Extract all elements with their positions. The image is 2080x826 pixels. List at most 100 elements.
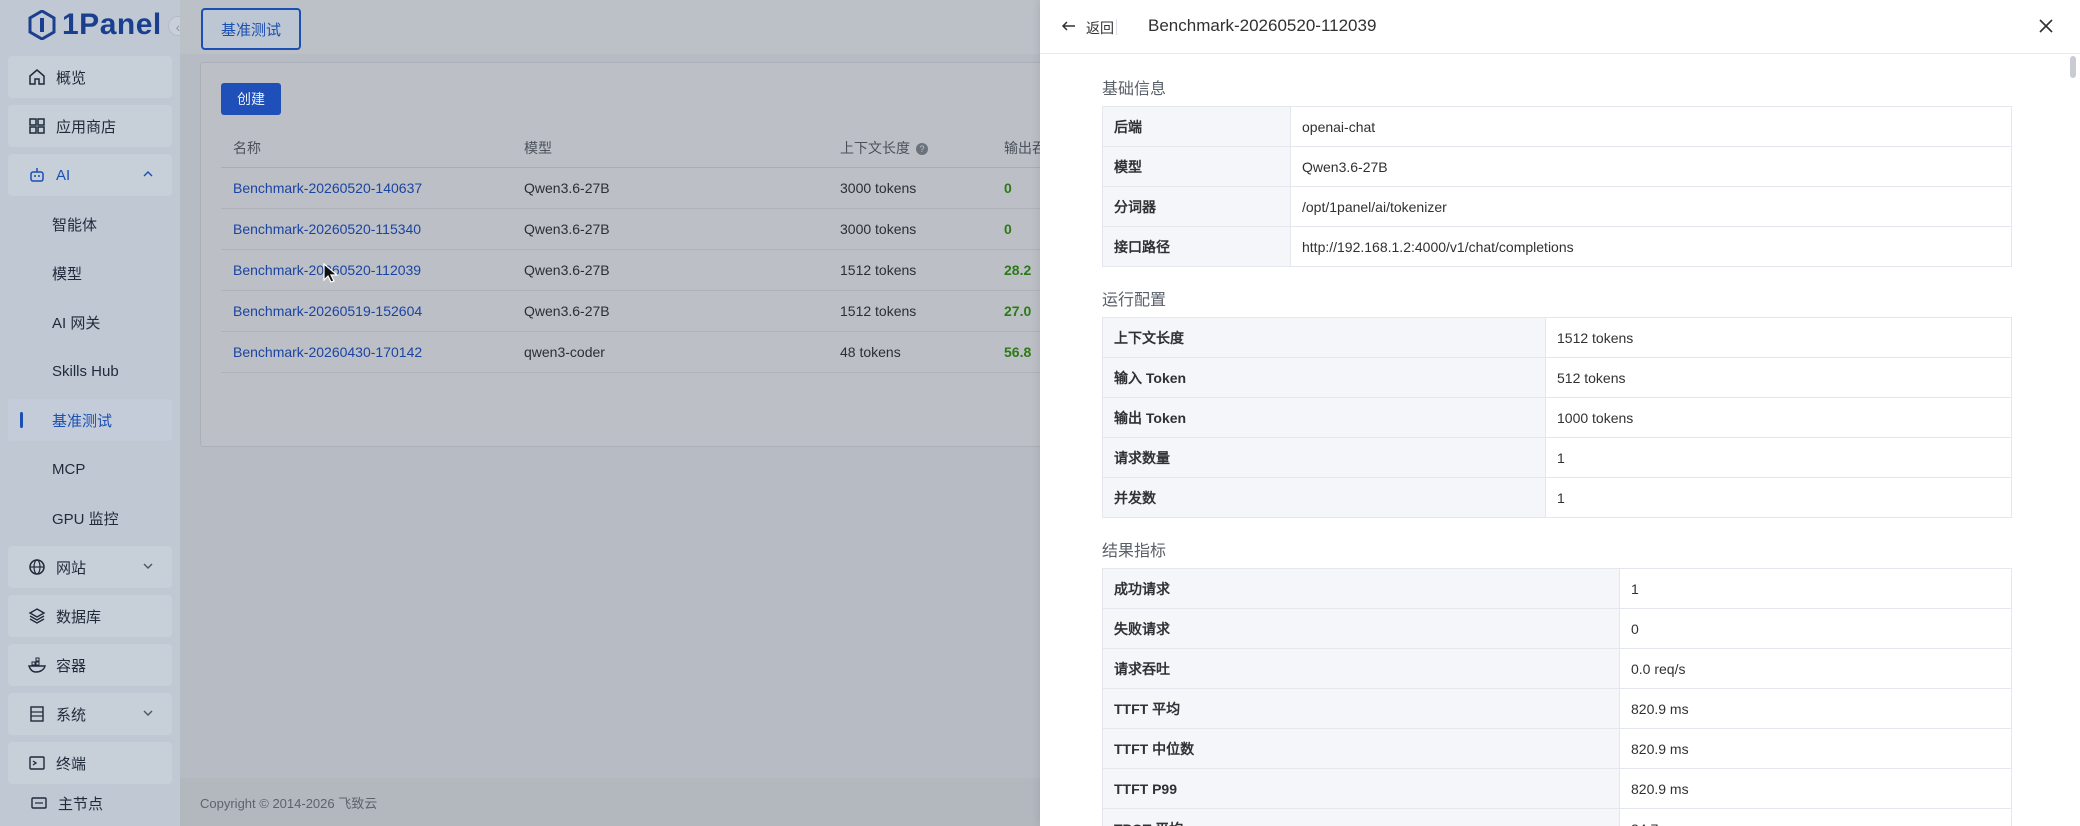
sidebar-subitem-agents[interactable]: 智能体 — [8, 203, 172, 245]
table-row: TTFT 平均 820.9 ms — [1102, 688, 2012, 729]
run-config-table: 上下文长度 1512 tokens 输入 Token 512 tokens 输出 T… — [1102, 317, 2012, 518]
globe-icon — [28, 558, 46, 576]
sidebar-item-system[interactable]: 系统 — [8, 693, 172, 735]
sidebar-subitem-ai-gateway[interactable]: AI 网关 — [8, 301, 172, 343]
back-button[interactable]: 返回 — [1086, 18, 1114, 38]
logo[interactable]: 1Panel — [28, 8, 162, 42]
benchmark-name-link[interactable]: Benchmark-20260430-170142 — [233, 344, 422, 360]
sidebar-item-label: 数据库 — [56, 608, 102, 626]
grid-icon — [28, 117, 46, 135]
model-cell: Qwen3.6-27B — [524, 221, 610, 237]
sidebar-subitem-benchmark[interactable]: 基准测试 — [8, 399, 172, 441]
model-cell: Qwen3.6-27B — [524, 180, 610, 196]
column-header-name[interactable]: 名称 — [233, 138, 261, 158]
field-value: 0.0 req/s — [1619, 648, 2012, 689]
field-label: 输出 Token — [1102, 397, 1546, 438]
model-cell: Qwen3.6-27B — [524, 303, 610, 319]
sidebar-item-database[interactable]: 数据库 — [8, 595, 172, 637]
table-row: 失败请求 0 — [1102, 608, 2012, 649]
table-row: 请求吞吐 0.0 req/s — [1102, 648, 2012, 689]
drawer-header: 返回 Benchmark-20260520-112039 — [1040, 0, 2080, 54]
benchmark-name-link[interactable]: Benchmark-20260520-115340 — [233, 221, 421, 237]
field-value: 820.9 ms — [1619, 688, 2012, 729]
result-metrics-table: 成功请求 1 失败请求 0 请求吞吐 0.0 req/s TTFT 平均 820.9 m… — [1102, 568, 2012, 826]
server-icon — [28, 705, 46, 723]
field-value: 1512 tokens — [1545, 317, 2012, 358]
basic-info-table: 后端 openai-chat 模型 Qwen3.6-27B 分词器/opt/1pan… — [1102, 106, 2012, 267]
benchmark-name-link[interactable]: Benchmark-20260519-152604 — [233, 303, 422, 319]
field-label: 并发数 — [1102, 477, 1546, 518]
sidebar-item-label: 概览 — [56, 69, 87, 87]
sidebar-item-terminal[interactable]: 终端 — [8, 742, 172, 784]
header-divider — [1116, 19, 1117, 35]
field-value: 1 — [1545, 477, 2012, 518]
tab-benchmark[interactable]: 基准测试 — [201, 8, 301, 50]
benchmark-name-link[interactable]: Benchmark-20260520-140637 — [233, 180, 422, 196]
table-row: Benchmark-20260520-115340 Qwen3.6-27B 30… — [221, 209, 1101, 250]
sidebar-subitem-models[interactable]: 模型 — [8, 252, 172, 294]
table-row: Benchmark-20260519-152604 Qwen3.6-27B 15… — [221, 291, 1101, 332]
table-row: 模型 Qwen3.6-27B — [1102, 146, 2012, 187]
sidebar-item-label: AI — [56, 166, 71, 184]
mouse-cursor-icon — [323, 262, 339, 283]
table-row: 并发数 1 — [1102, 477, 2012, 518]
field-value: /opt/1panel/ai/tokenizer — [1290, 186, 2012, 227]
sidebar-subitem-gpu-monitor[interactable]: GPU 监控 — [8, 497, 172, 539]
sidebar-item-ai[interactable]: AI — [8, 154, 172, 196]
field-value: 820.9 ms — [1619, 768, 2012, 809]
output-cell: 56.8 — [1004, 344, 1032, 360]
context-cell: 1512 tokens — [840, 262, 917, 278]
field-label: 模型 — [1102, 146, 1291, 187]
sidebar-item-label: GPU 监控 — [52, 510, 119, 528]
back-arrow-icon[interactable] — [1060, 17, 1078, 35]
model-cell: qwen3-coder — [524, 344, 605, 360]
table-row: 分词器/opt/1panel/ai/tokenizer — [1102, 186, 2012, 227]
field-label: 请求数量 — [1102, 437, 1546, 478]
field-label: TTFT 中位数 — [1102, 728, 1620, 769]
output-cell: 0 — [1004, 180, 1012, 196]
field-label: 接口路径 — [1102, 226, 1291, 267]
scrollbar[interactable] — [2070, 56, 2076, 78]
logo-icon — [28, 10, 56, 40]
chevron-down-icon — [143, 710, 153, 716]
table-row: Benchmark-20260520-140637 Qwen3.6-27B 30… — [221, 168, 1101, 209]
field-value: 1000 tokens — [1545, 397, 2012, 438]
sidebar-subitem-skills-hub[interactable]: Skills Hub — [8, 350, 172, 392]
table-row: 成功请求 1 — [1102, 568, 2012, 609]
sidebar-item-label: 基准测试 — [52, 412, 113, 430]
column-header-model[interactable]: 模型 — [524, 138, 552, 158]
table-row: 输出 Token 1000 tokens — [1102, 397, 2012, 438]
create-button[interactable]: 创建 — [221, 83, 281, 115]
help-icon[interactable]: ? — [916, 142, 928, 155]
column-header-context[interactable]: 上下文长度? — [840, 138, 928, 158]
node-switcher[interactable]: 主节点 — [8, 784, 172, 822]
model-cell: Qwen3.6-27B — [524, 262, 610, 278]
sidebar-item-appstore[interactable]: 应用商店 — [8, 105, 172, 147]
sidebar-item-overview[interactable]: 概览 — [8, 56, 172, 98]
sidebar-item-label: 网站 — [56, 559, 87, 577]
context-cell: 3000 tokens — [840, 180, 917, 196]
table-row: 后端 openai-chat — [1102, 106, 2012, 147]
field-value: 34.7 ms — [1619, 808, 2012, 826]
node-icon — [31, 797, 47, 809]
chevron-up-icon — [143, 171, 153, 177]
section-title-result: 结果指标 — [1102, 543, 1167, 560]
container-icon — [28, 656, 46, 674]
close-icon[interactable] — [2036, 16, 2056, 36]
field-value: 0 — [1619, 608, 2012, 649]
sidebar-subitem-mcp[interactable]: MCP — [8, 448, 172, 490]
benchmark-table: 名称 模型 上下文长度? 输出吞 Benchmark-20260520-1406… — [221, 128, 1101, 373]
sidebar-item-container[interactable]: 容器 — [8, 644, 172, 686]
context-cell: 48 tokens — [840, 344, 901, 360]
sidebar-item-label: 容器 — [56, 657, 87, 675]
section-title-run: 运行配置 — [1102, 292, 1167, 309]
field-value: Qwen3.6-27B — [1290, 146, 2012, 187]
sidebar-item-website[interactable]: 网站 — [8, 546, 172, 588]
field-label: 后端 — [1102, 106, 1291, 147]
nav-menu: 概览 应用商店 AI 智能体 模型 AI 网关 Skills Hub 基准测试 … — [8, 56, 172, 791]
node-label: 主节点 — [58, 795, 104, 813]
field-label: 分词器 — [1102, 186, 1291, 227]
output-cell: 0 — [1004, 221, 1012, 237]
logo-text: 1Panel — [62, 8, 162, 41]
field-label: TTFT P99 — [1102, 768, 1620, 809]
